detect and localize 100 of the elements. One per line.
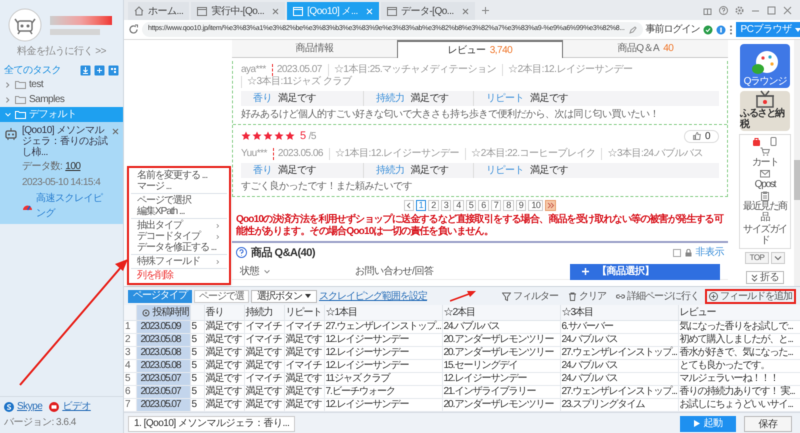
close-icon[interactable]: [112, 128, 119, 135]
star-icon: [263, 131, 273, 142]
grid-icon[interactable]: [108, 64, 119, 76]
product-select-button[interactable]: 【商品選択】: [570, 264, 720, 280]
chevron-down-icon[interactable]: [771, 252, 786, 264]
page-number[interactable]: 6: [478, 200, 489, 210]
previous-page-icon[interactable]: [404, 200, 414, 210]
collapse-button[interactable]: 折る: [746, 271, 784, 284]
close-icon[interactable]: [783, 6, 792, 15]
more-vertical-icon[interactable]: [728, 24, 733, 34]
scrollbar-thumb[interactable]: [794, 160, 800, 200]
extension-icon[interactable]: [702, 24, 713, 34]
extension-icon[interactable]: [716, 24, 726, 34]
select-button-dropdown[interactable]: 選択ボタン: [251, 290, 317, 302]
scrape-range-link[interactable]: スクレイピング範囲を設定: [319, 288, 427, 304]
side-link[interactable]: カート: [752, 147, 778, 168]
page-number[interactable]: 3: [440, 200, 452, 210]
toolbar-button[interactable]: クリア: [564, 288, 610, 304]
home-icon: [134, 6, 144, 16]
table-cell: イマイチ: [244, 334, 284, 346]
menu-item[interactable]: ページで選択: [131, 195, 227, 206]
product-tab[interactable]: 商品情報: [232, 40, 398, 58]
q-lounge-tile[interactable]: Qラウンジ: [740, 44, 790, 88]
page-select-field[interactable]: ページで選: [194, 290, 249, 302]
menu-item[interactable]: デコードタイプ: [131, 231, 227, 242]
pencil-icon[interactable]: [628, 26, 637, 34]
folder-item[interactable]: Samples: [0, 92, 123, 107]
help-icon[interactable]: [719, 6, 728, 15]
menu-item[interactable]: 編集XPath ...: [131, 206, 227, 217]
skype-link[interactable]: Skype: [17, 399, 42, 414]
furusato-tile[interactable]: ふるさと納税: [740, 91, 790, 131]
data-count-link[interactable]: 100: [65, 159, 80, 174]
column-header[interactable]: ☆2本目: [442, 305, 560, 320]
column-header[interactable]: 投稿時間: [136, 305, 190, 320]
thumbs-up-icon: [692, 132, 701, 140]
table-cell: マルジェラいーね！！！: [678, 372, 800, 386]
side-link[interactable]: Qpost: [754, 169, 776, 190]
page-number[interactable]: 10: [528, 200, 544, 210]
refresh-icon[interactable]: [128, 24, 139, 35]
settings-icon[interactable]: [735, 6, 744, 15]
browser-tab[interactable]: 実行中-[Qo...: [191, 2, 286, 20]
task-card[interactable]: [Qoo10] メソンマルジェラ：香りのお試し柿... データ数: 100 2023-05-10 14:15:4 高速スクレイピング: [0, 122, 123, 224]
toolbar-button[interactable]: フィルター: [498, 288, 562, 304]
qa-title: 商品 Q&A(40): [251, 246, 316, 260]
add-task-icon[interactable]: [94, 64, 105, 76]
import-icon[interactable]: [80, 64, 91, 76]
page-number[interactable]: 7: [490, 200, 502, 210]
product-tab[interactable]: 商品Q＆A 40: [562, 40, 728, 58]
like-button[interactable]: 0: [684, 130, 719, 143]
table-cell: 5: [190, 372, 204, 386]
next-pages-icon[interactable]: [545, 200, 556, 210]
top-button[interactable]: TOP: [744, 252, 770, 264]
video-link[interactable]: ビデオ: [62, 399, 91, 414]
column-header[interactable]: ☆1本目: [324, 305, 442, 320]
pre-login-link[interactable]: 事前ログイン: [646, 22, 700, 37]
plus-icon[interactable]: [480, 6, 490, 15]
close-icon[interactable]: [462, 8, 469, 14]
close-icon[interactable]: [272, 8, 280, 14]
table-cell: 満足です: [244, 360, 284, 372]
bag-icon[interactable]: [752, 137, 761, 146]
save-button[interactable]: 保存: [744, 416, 792, 432]
menu-item[interactable]: マージ ...: [131, 181, 227, 192]
table-cell: 12.レイジーサンデー: [324, 398, 442, 412]
phone-icon[interactable]: [769, 137, 778, 146]
table-cell: 満足です: [284, 398, 324, 412]
table-cell: 2023.05.07: [136, 386, 190, 398]
caret-icon: [795, 28, 800, 32]
side-link[interactable]: 最近見た商品: [740, 191, 790, 223]
page-number[interactable]: 5: [466, 200, 476, 210]
column-header[interactable]: 香り: [204, 305, 244, 320]
task-title[interactable]: [Qoo10] メソンマルジェラ：香りのお試し柿...: [22, 125, 108, 158]
column-header[interactable]: レビュー: [678, 305, 800, 320]
column-header[interactable]: 持続力: [244, 305, 284, 320]
browser-tab[interactable]: ホーム...: [128, 2, 190, 20]
toolbar-button[interactable]: 詳細ページに行く: [612, 288, 703, 304]
browser-tab[interactable]: データ-[Qo...: [380, 2, 475, 20]
annotation-arrow: [450, 290, 476, 302]
menu-item[interactable]: 名前を変更する ...: [131, 170, 227, 181]
menu-item[interactable]: 特殊フィールド: [131, 256, 227, 267]
status-filter[interactable]: 状態: [240, 264, 259, 279]
side-link[interactable]: サイズガイド: [740, 224, 790, 246]
table-cell: 満足です: [204, 346, 244, 360]
menu-item[interactable]: データを修正する ...: [131, 242, 227, 253]
page-number[interactable]: 2: [428, 200, 439, 210]
column-header[interactable]: ☆3本目: [560, 305, 678, 320]
table-cell: 23.スプリングタイム: [560, 398, 678, 412]
checkbox-icon[interactable]: [672, 248, 680, 257]
page-number[interactable]: 9: [516, 200, 526, 210]
folder-item[interactable]: test: [0, 77, 123, 92]
column-header[interactable]: リピート: [284, 305, 324, 320]
menu-item[interactable]: 抽出タイプ: [131, 220, 227, 231]
menu-item[interactable]: 列を削除: [131, 270, 227, 281]
page-number[interactable]: 8: [503, 200, 514, 210]
toolbar-button[interactable]: フィールドを追加: [705, 288, 796, 304]
star-icon: [274, 131, 284, 142]
product-tab[interactable]: レビュー 3,740: [397, 40, 563, 58]
task-tab[interactable]: 1. [Qoo10] メソンマルジェラ：香り...: [128, 416, 296, 432]
table-cell: 2023.05.07: [136, 372, 190, 386]
page-number[interactable]: 4: [453, 200, 464, 210]
maximize-icon[interactable]: [767, 6, 776, 15]
